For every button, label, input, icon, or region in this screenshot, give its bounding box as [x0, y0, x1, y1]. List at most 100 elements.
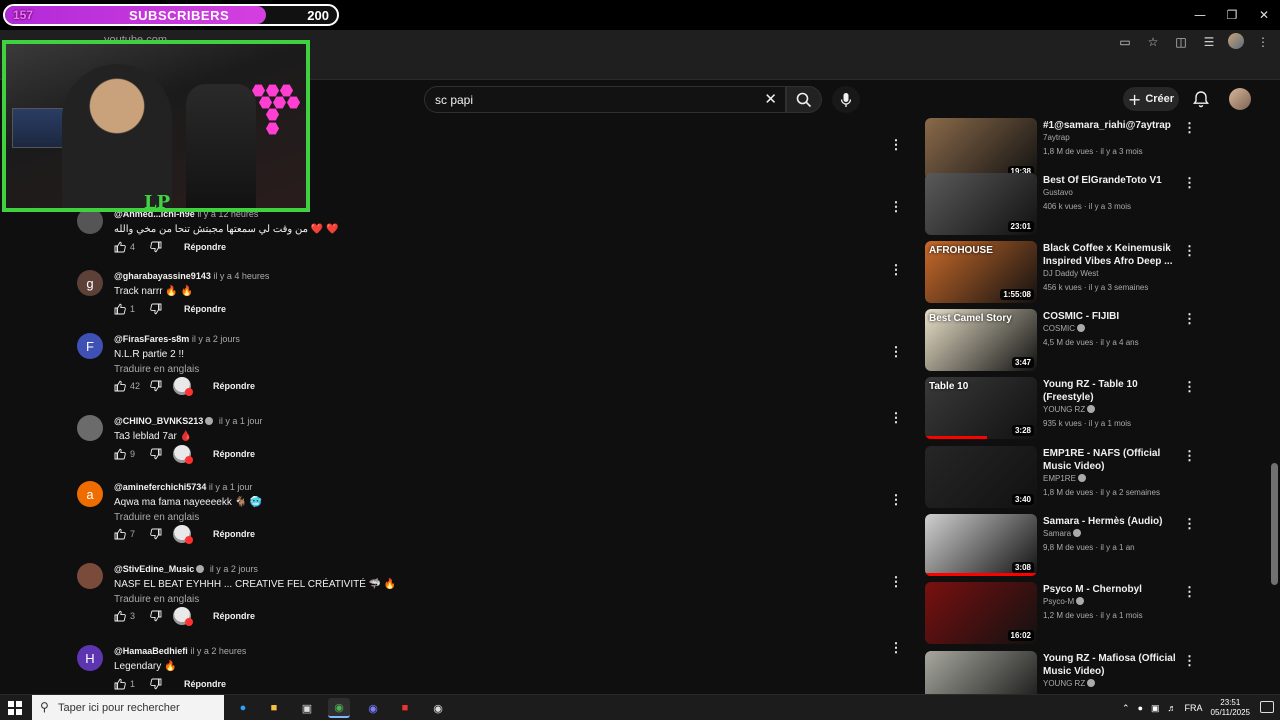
video-channel[interactable]: YOUNG RZ [1043, 679, 1098, 688]
close-icon[interactable]: ✕ [1248, 0, 1280, 30]
video-thumbnail[interactable]: 23:01 [925, 173, 1037, 235]
page-scrollbar[interactable] [1271, 463, 1278, 585]
clock[interactable]: 23:51 05/11/2025 [1211, 698, 1250, 718]
network-icon[interactable]: ▣ [1151, 703, 1160, 714]
video-thumbnail[interactable]: 3:08 [925, 514, 1037, 576]
video-title[interactable]: Best Of ElGrandeToto V1 [1043, 174, 1183, 187]
start-button[interactable] [8, 701, 22, 715]
video-thumbnail[interactable]: 19:38 [925, 118, 1037, 180]
reply-button[interactable]: Répondre [213, 449, 255, 459]
related-video-item[interactable]: 3:08 Samara - Hermès (Audio) Samara 9,8 M d… [925, 514, 1210, 578]
comment-avatar[interactable] [77, 415, 103, 441]
comment-author[interactable]: @StivEdine_Music [114, 564, 194, 574]
dislike-icon[interactable] [150, 528, 162, 540]
video-channel[interactable]: COSMIC [1043, 324, 1088, 333]
bookmark-star-icon[interactable]: ☆ [1144, 33, 1162, 51]
profile-avatar[interactable] [1228, 33, 1244, 49]
related-video-item[interactable]: Best Camel Story 3:47 COSMIC - FIJIBI COSMI… [925, 309, 1210, 373]
language-indicator[interactable]: FRA [1185, 703, 1203, 713]
video-menu-icon[interactable]: ⋮ [1183, 584, 1196, 600]
video-title[interactable]: EMP1RE - NAFS (Official Music Video) [1043, 447, 1183, 473]
video-menu-icon[interactable]: ⋮ [1183, 448, 1196, 464]
video-thumbnail[interactable]: 3:40 [925, 446, 1037, 508]
video-title[interactable]: Samara - Hermès (Audio) [1043, 515, 1183, 528]
comment-menu-icon[interactable]: ⋮ [890, 344, 903, 360]
like-icon[interactable] [114, 303, 126, 315]
comment-menu-icon[interactable]: ⋮ [890, 262, 903, 278]
video-menu-icon[interactable]: ⋮ [1183, 311, 1196, 327]
reply-button[interactable]: Répondre [184, 242, 226, 252]
notifications-bell-icon[interactable] [1191, 89, 1211, 109]
related-video-item[interactable]: 23:01 Best Of ElGrandeToto V1 Gustavo 406 k… [925, 173, 1210, 237]
video-thumbnail[interactable]: Table 10 3:28 [925, 377, 1037, 439]
search-box[interactable]: sc papi ✕ [424, 86, 786, 113]
reply-button[interactable]: Répondre [213, 611, 255, 621]
store-icon[interactable]: ▣ [296, 698, 318, 718]
video-channel[interactable]: DJ Daddy West [1043, 269, 1098, 278]
video-channel[interactable]: Gustavo [1043, 188, 1073, 197]
media-control-icon[interactable]: ☰ [1200, 33, 1218, 51]
voice-search-button[interactable] [832, 86, 860, 113]
cast-icon[interactable]: ▭ [1116, 33, 1134, 51]
comment-author[interactable]: @FirasFares-s8m [114, 334, 189, 344]
dislike-icon[interactable] [150, 241, 162, 253]
video-title[interactable]: #1@samara_riahi@7aytrap [1043, 119, 1183, 132]
video-channel[interactable]: Psyco-M [1043, 597, 1087, 606]
dislike-icon[interactable] [150, 448, 162, 460]
video-channel[interactable]: EMP1RE [1043, 474, 1089, 483]
related-video-item[interactable]: 3:40 EMP1RE - NAFS (Official Music Video)… [925, 446, 1210, 510]
obs-icon[interactable]: ◉ [427, 698, 449, 718]
edge-icon[interactable]: ● [232, 698, 254, 718]
comment-menu-icon[interactable]: ⋮ [890, 137, 903, 153]
notification-center-icon[interactable] [1260, 701, 1274, 713]
clear-search-icon[interactable]: ✕ [764, 90, 777, 108]
chrome-icon[interactable]: ◉ [328, 698, 350, 718]
comment-avatar[interactable]: g [77, 270, 103, 296]
create-button[interactable]: + Créer [1123, 87, 1179, 111]
comment-menu-icon[interactable]: ⋮ [890, 410, 903, 426]
like-icon[interactable] [114, 528, 126, 540]
like-icon[interactable] [114, 610, 126, 622]
reply-button[interactable]: Répondre [213, 381, 255, 391]
reply-button[interactable]: Répondre [213, 529, 255, 539]
dislike-icon[interactable] [150, 610, 162, 622]
dislike-icon[interactable] [150, 678, 162, 690]
comment-time[interactable]: il y a 1 jour [209, 482, 253, 492]
tray-chevron-icon[interactable]: ⌃ [1122, 703, 1130, 714]
dislike-icon[interactable] [150, 303, 162, 315]
account-avatar[interactable] [1229, 88, 1251, 110]
video-editor-icon[interactable]: ■ [394, 698, 416, 718]
comment-time[interactable]: il y a 2 jours [210, 564, 258, 574]
comment-author[interactable]: @HamaaBedhiefi [114, 646, 188, 656]
search-input[interactable]: sc papi [435, 93, 473, 107]
comment-author[interactable]: @gharabayassine9143 [114, 271, 211, 281]
search-button[interactable] [786, 86, 822, 113]
video-title[interactable]: Psyco M - Chernobyl [1043, 583, 1183, 596]
video-channel[interactable]: YOUNG RZ [1043, 405, 1098, 414]
translate-link[interactable]: Traduire en anglais [114, 364, 199, 375]
translate-link[interactable]: Traduire en anglais [114, 594, 199, 605]
comment-time[interactable]: il y a 1 jour [219, 416, 263, 426]
related-video-item[interactable]: AFROHOUSE 1:55:08 Black Coffee x Keinemusi… [925, 241, 1210, 305]
comment-menu-icon[interactable]: ⋮ [890, 492, 903, 508]
video-menu-icon[interactable]: ⋮ [1183, 516, 1196, 532]
video-title[interactable]: Young RZ - Table 10 (Freestyle) [1043, 378, 1183, 404]
taskbar-search[interactable]: ⚲ Taper ici pour rechercher [32, 695, 224, 720]
discord-icon[interactable]: ◉ [362, 698, 384, 718]
video-menu-icon[interactable]: ⋮ [1183, 379, 1196, 395]
translate-link[interactable]: Traduire en anglais [114, 512, 199, 523]
video-channel[interactable]: 7aytrap [1043, 133, 1070, 142]
comment-author[interactable]: @amineferchichi5734 [114, 482, 206, 492]
comment-avatar[interactable]: a [77, 481, 103, 507]
video-title[interactable]: COSMIC - FIJIBI [1043, 310, 1183, 323]
file-explorer-icon[interactable]: ■ [263, 698, 285, 718]
restore-icon[interactable]: ❐ [1216, 0, 1248, 30]
comment-menu-icon[interactable]: ⋮ [890, 640, 903, 656]
like-icon[interactable] [114, 380, 126, 392]
video-thumbnail[interactable]: Best Camel Story 3:47 [925, 309, 1037, 371]
comment-time[interactable]: il y a 2 heures [190, 646, 246, 656]
comment-author[interactable]: @CHINO_BVNKS213 [114, 416, 203, 426]
video-title[interactable]: Black Coffee x Keinemusik Inspired Vibes… [1043, 242, 1183, 268]
extensions-icon[interactable]: ◫ [1172, 33, 1190, 51]
video-menu-icon[interactable]: ⋮ [1183, 120, 1196, 136]
